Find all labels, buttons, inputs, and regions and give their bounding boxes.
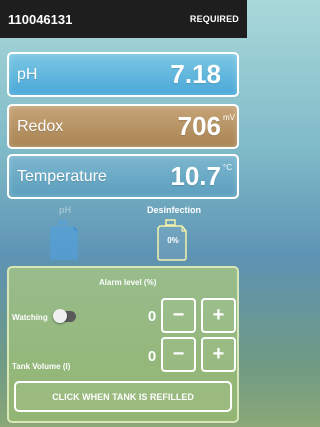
redox-reading-card[interactable]: Redox 706 mV xyxy=(7,104,239,149)
ph-tank-label: pH xyxy=(59,205,71,215)
watching-label: Watching xyxy=(12,313,48,322)
temperature-value: 10.7 xyxy=(170,161,221,191)
redox-label: Redox xyxy=(17,117,64,135)
alarm-level-value: 0 xyxy=(147,308,157,325)
ph-reading-card[interactable]: pH 7.18 xyxy=(7,52,239,97)
redox-value: 706 xyxy=(177,111,221,141)
tank-settings-panel: Alarm level (%) Watching 0 − + Tank Volu… xyxy=(7,266,239,423)
tank-refilled-button[interactable]: CLICK WHEN TANK IS REFILLED xyxy=(14,381,232,412)
tank-volume-decrease-button[interactable]: − xyxy=(161,337,196,372)
alarm-increase-button[interactable]: + xyxy=(201,298,236,333)
ph-label: pH xyxy=(17,65,38,83)
watching-toggle-knob xyxy=(53,309,67,323)
redox-unit: mV xyxy=(223,113,235,122)
device-id: 110046131 xyxy=(8,11,73,27)
tank-volume-label: Tank Volume (l) xyxy=(12,362,71,371)
top-bar: 110046131 REQUIRED xyxy=(0,0,247,38)
temperature-reading-card[interactable]: Temperature 10.7 °C xyxy=(7,154,239,199)
alarm-level-title: Alarm level (%) xyxy=(99,278,157,287)
disinfection-tank-level: 0% xyxy=(167,236,179,245)
status-label: REQUIRED xyxy=(189,14,239,24)
watching-toggle[interactable] xyxy=(53,309,76,323)
ph-value: 7.18 xyxy=(170,59,221,89)
disinfection-tank-label: Desinfection xyxy=(146,205,201,215)
temperature-label: Temperature xyxy=(17,167,107,185)
tank-volume-increase-button[interactable]: + xyxy=(201,337,236,372)
tank-volume-value: 0 xyxy=(147,348,157,365)
ph-tank-jerrycan-icon[interactable] xyxy=(48,217,82,261)
temperature-unit: °C xyxy=(223,163,232,172)
alarm-decrease-button[interactable]: − xyxy=(161,298,196,333)
